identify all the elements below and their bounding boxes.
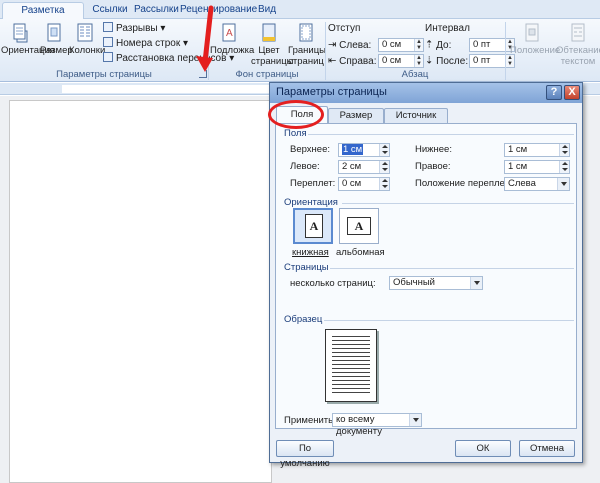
spinner-icon[interactable] — [379, 161, 389, 173]
landscape-page-icon: A — [347, 217, 371, 235]
spinner-icon[interactable] — [559, 144, 569, 156]
right-margin-value: 1 см — [508, 161, 528, 172]
red-highlight-ellipse — [268, 100, 324, 129]
gutter-value: 0 см — [342, 178, 362, 189]
portrait-page-icon: A — [305, 214, 323, 238]
chevron-down-icon[interactable] — [470, 277, 482, 289]
multiple-pages-label: несколько страниц: — [290, 278, 376, 289]
left-margin-value: 2 см — [342, 161, 362, 172]
chevron-down-icon[interactable] — [557, 178, 569, 190]
multiple-pages-select[interactable]: Обычный — [389, 276, 483, 290]
apply-to-value: ко всему документу — [336, 414, 383, 437]
orientation-section-title: Ориентация — [284, 197, 338, 208]
portrait-label: книжная — [292, 247, 329, 258]
tab-paper-source[interactable]: Источник бумаги — [384, 108, 448, 135]
apply-to-label: Применить: — [284, 415, 336, 426]
landscape-option[interactable]: A — [339, 208, 379, 244]
section-divider — [330, 268, 574, 269]
left-margin-label: Левое: — [290, 161, 320, 172]
margins-panel: Поля Верхнее: 1 см Нижнее: 1 см Левое: 2… — [275, 123, 577, 437]
top-margin-input[interactable]: 1 см — [338, 143, 390, 157]
bottom-margin-input[interactable]: 1 см — [504, 143, 570, 157]
multiple-pages-value: Обычный — [393, 277, 435, 288]
spinner-icon[interactable] — [379, 144, 389, 156]
portrait-option[interactable]: A — [293, 208, 333, 244]
preview-section-title: Образец — [284, 314, 323, 325]
section-divider — [342, 203, 574, 204]
right-margin-label: Правое: — [415, 161, 451, 172]
dialog-titlebar[interactable]: Параметры страницы ? X — [270, 83, 582, 103]
pages-section-title: Страницы — [284, 262, 329, 273]
apply-to-select[interactable]: ко всему документу — [332, 413, 422, 437]
right-margin-input[interactable]: 1 см — [504, 160, 570, 174]
gutter-label: Переплет: — [290, 178, 336, 189]
gutter-position-value: Слева — [508, 178, 536, 189]
margins-section-title: Поля — [284, 128, 307, 139]
spinner-icon[interactable] — [379, 178, 389, 190]
gutter-position-select[interactable]: Слева — [504, 177, 570, 191]
cancel-button[interactable]: Отмена — [519, 440, 575, 457]
bottom-margin-label: Нижнее: — [415, 144, 452, 155]
help-icon[interactable]: ? — [546, 85, 562, 100]
ok-button[interactable]: ОК — [455, 440, 511, 457]
set-default-button[interactable]: По умолчанию — [276, 440, 334, 469]
section-divider — [308, 134, 574, 135]
gutter-position-label: Положение переплета: — [415, 178, 517, 189]
tab-paper-size[interactable]: Размер бумаги — [328, 108, 384, 135]
top-margin-label: Верхнее: — [290, 144, 330, 155]
close-icon[interactable]: X — [564, 85, 580, 100]
landscape-label: альбомная — [336, 247, 385, 258]
left-margin-input[interactable]: 2 см — [338, 160, 390, 174]
red-arrow-icon — [196, 5, 214, 72]
gutter-input[interactable]: 0 см — [338, 177, 390, 191]
preview-page — [325, 329, 377, 402]
chevron-down-icon[interactable] — [409, 414, 421, 426]
page-setup-dialog: Параметры страницы ? X Поля Размер бумаг… — [269, 82, 583, 469]
bottom-margin-value: 1 см — [508, 144, 528, 155]
top-margin-value: 1 см — [342, 144, 364, 155]
spinner-icon[interactable] — [559, 161, 569, 173]
dialog-title: Параметры страницы — [276, 86, 387, 98]
section-divider — [324, 320, 574, 321]
